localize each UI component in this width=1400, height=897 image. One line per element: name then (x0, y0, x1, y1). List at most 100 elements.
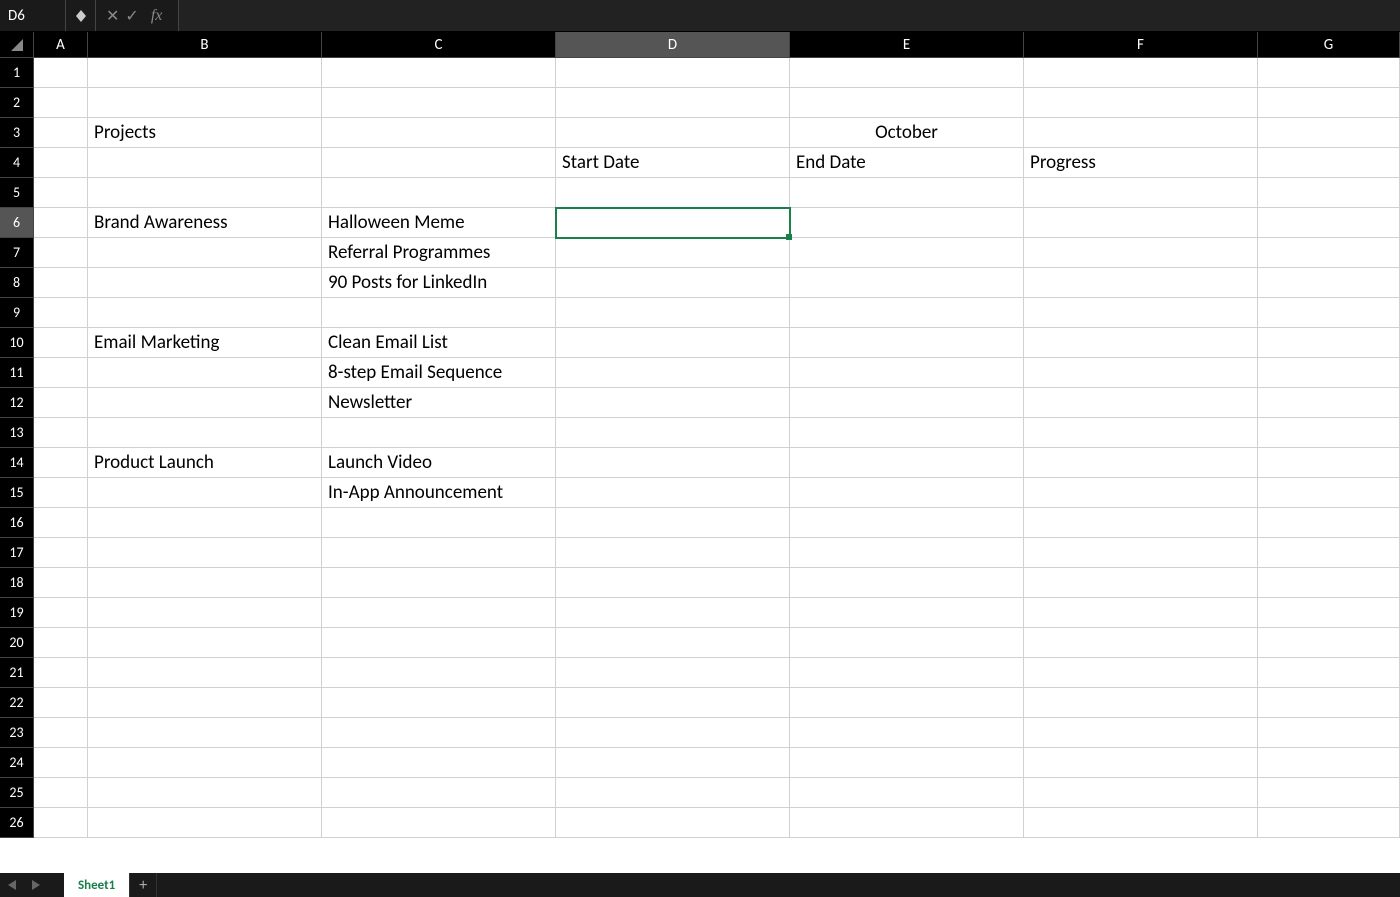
cell-G10[interactable] (1258, 328, 1400, 358)
cell-F12[interactable] (1024, 388, 1258, 418)
cell-B9[interactable] (88, 298, 322, 328)
cell-F25[interactable] (1024, 778, 1258, 808)
cell-D18[interactable] (556, 568, 790, 598)
cell-C1[interactable] (322, 58, 556, 88)
cell-D16[interactable] (556, 508, 790, 538)
cell-B26[interactable] (88, 808, 322, 838)
cell-G19[interactable] (1258, 598, 1400, 628)
row-header-9[interactable]: 9 (0, 298, 34, 328)
cell-F1[interactable] (1024, 58, 1258, 88)
cell-C7[interactable]: Referral Programmes (322, 238, 556, 268)
cell-E12[interactable] (790, 388, 1024, 418)
cell-E25[interactable] (790, 778, 1024, 808)
row-header-18[interactable]: 18 (0, 568, 34, 598)
cell-A11[interactable] (34, 358, 88, 388)
cell-E18[interactable] (790, 568, 1024, 598)
row-header-2[interactable]: 2 (0, 88, 34, 118)
cell-D22[interactable] (556, 688, 790, 718)
cell-D7[interactable] (556, 238, 790, 268)
cell-A15[interactable] (34, 478, 88, 508)
cell-B7[interactable] (88, 238, 322, 268)
cell-C8[interactable]: 90 Posts for LinkedIn (322, 268, 556, 298)
row-header-7[interactable]: 7 (0, 238, 34, 268)
column-header-F[interactable]: F (1024, 32, 1258, 58)
cell-F22[interactable] (1024, 688, 1258, 718)
cell-C20[interactable] (322, 628, 556, 658)
cell-A23[interactable] (34, 718, 88, 748)
cell-G25[interactable] (1258, 778, 1400, 808)
cell-E21[interactable] (790, 658, 1024, 688)
cell-A8[interactable] (34, 268, 88, 298)
cell-E2[interactable] (790, 88, 1024, 118)
cell-A14[interactable] (34, 448, 88, 478)
column-header-A[interactable]: A (34, 32, 88, 58)
row-header-5[interactable]: 5 (0, 178, 34, 208)
cell-E11[interactable] (790, 358, 1024, 388)
cell-E9[interactable] (790, 298, 1024, 328)
cell-C4[interactable] (322, 148, 556, 178)
cell-B24[interactable] (88, 748, 322, 778)
cell-G20[interactable] (1258, 628, 1400, 658)
cell-G15[interactable] (1258, 478, 1400, 508)
cell-F20[interactable] (1024, 628, 1258, 658)
cell-C23[interactable] (322, 718, 556, 748)
cell-F2[interactable] (1024, 88, 1258, 118)
cell-C19[interactable] (322, 598, 556, 628)
cell-D15[interactable] (556, 478, 790, 508)
cell-D23[interactable] (556, 718, 790, 748)
cell-C21[interactable] (322, 658, 556, 688)
cell-C26[interactable] (322, 808, 556, 838)
row-header-4[interactable]: 4 (0, 148, 34, 178)
cell-E8[interactable] (790, 268, 1024, 298)
cell-D11[interactable] (556, 358, 790, 388)
cell-D25[interactable] (556, 778, 790, 808)
cell-D9[interactable] (556, 298, 790, 328)
cell-C14[interactable]: Launch Video (322, 448, 556, 478)
cell-F11[interactable] (1024, 358, 1258, 388)
cell-G2[interactable] (1258, 88, 1400, 118)
cell-G14[interactable] (1258, 448, 1400, 478)
cell-B1[interactable] (88, 58, 322, 88)
cell-D13[interactable] (556, 418, 790, 448)
cell-B17[interactable] (88, 538, 322, 568)
cell-D12[interactable] (556, 388, 790, 418)
add-sheet-button[interactable]: + (129, 873, 157, 897)
cell-G11[interactable] (1258, 358, 1400, 388)
cell-B18[interactable] (88, 568, 322, 598)
cell-A12[interactable] (34, 388, 88, 418)
cell-F7[interactable] (1024, 238, 1258, 268)
cell-E16[interactable] (790, 508, 1024, 538)
cell-A18[interactable] (34, 568, 88, 598)
cell-C22[interactable] (322, 688, 556, 718)
cell-B10[interactable]: Email Marketing (88, 328, 322, 358)
cell-D26[interactable] (556, 808, 790, 838)
cell-D8[interactable] (556, 268, 790, 298)
row-header-20[interactable]: 20 (0, 628, 34, 658)
cell-A3[interactable] (34, 118, 88, 148)
cell-E14[interactable] (790, 448, 1024, 478)
cell-C12[interactable]: Newsletter (322, 388, 556, 418)
cell-G13[interactable] (1258, 418, 1400, 448)
cell-E20[interactable] (790, 628, 1024, 658)
cell-E5[interactable] (790, 178, 1024, 208)
cell-B12[interactable] (88, 388, 322, 418)
accept-icon[interactable]: ✓ (125, 6, 138, 26)
row-header-1[interactable]: 1 (0, 58, 34, 88)
cell-B3[interactable]: Projects (88, 118, 322, 148)
cell-E22[interactable] (790, 688, 1024, 718)
cell-A21[interactable] (34, 658, 88, 688)
cell-F4[interactable]: Progress (1024, 148, 1258, 178)
cell-F14[interactable] (1024, 448, 1258, 478)
cell-A5[interactable] (34, 178, 88, 208)
cell-C2[interactable] (322, 88, 556, 118)
row-header-22[interactable]: 22 (0, 688, 34, 718)
cell-C15[interactable]: In-App Announcement (322, 478, 556, 508)
cell-D20[interactable] (556, 628, 790, 658)
cell-G23[interactable] (1258, 718, 1400, 748)
cell-E23[interactable] (790, 718, 1024, 748)
cell-D10[interactable] (556, 328, 790, 358)
cell-G26[interactable] (1258, 808, 1400, 838)
row-header-21[interactable]: 21 (0, 658, 34, 688)
row-header-14[interactable]: 14 (0, 448, 34, 478)
cell-A13[interactable] (34, 418, 88, 448)
